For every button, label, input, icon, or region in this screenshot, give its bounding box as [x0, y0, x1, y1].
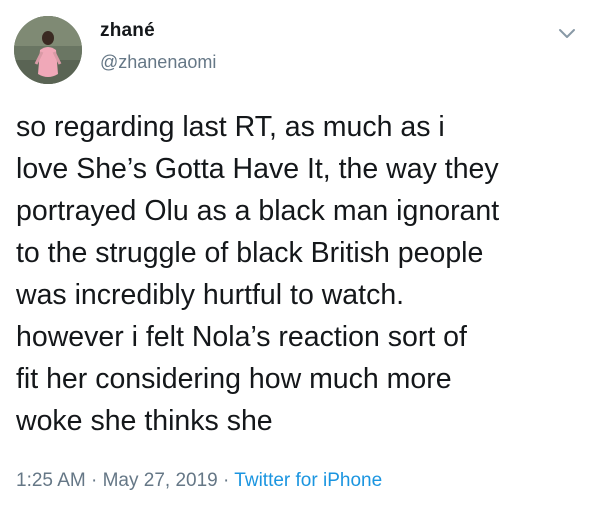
tweet-text: so regarding last RT, as much as i love …: [16, 111, 500, 437]
tweet-time[interactable]: 1:25 AM: [16, 470, 86, 491]
tweet-source-link[interactable]: Twitter for iPhone: [234, 470, 382, 491]
tweet-card: zhané @zhanenaomi so regarding last RT, …: [0, 0, 590, 518]
user-handle[interactable]: @zhanenaomi: [100, 52, 216, 73]
avatar-image: [14, 16, 82, 84]
tweet-metadata: 1:25 AM · May 27, 2019 · Twitter for iPh…: [16, 470, 382, 492]
separator-dot: ·: [217, 470, 235, 491]
chevron-down-icon[interactable]: [556, 22, 578, 44]
tweet-date[interactable]: May 27, 2019: [103, 470, 218, 491]
separator-dot: ·: [85, 470, 103, 491]
display-name[interactable]: zhané: [100, 20, 155, 42]
avatar[interactable]: [14, 16, 82, 84]
